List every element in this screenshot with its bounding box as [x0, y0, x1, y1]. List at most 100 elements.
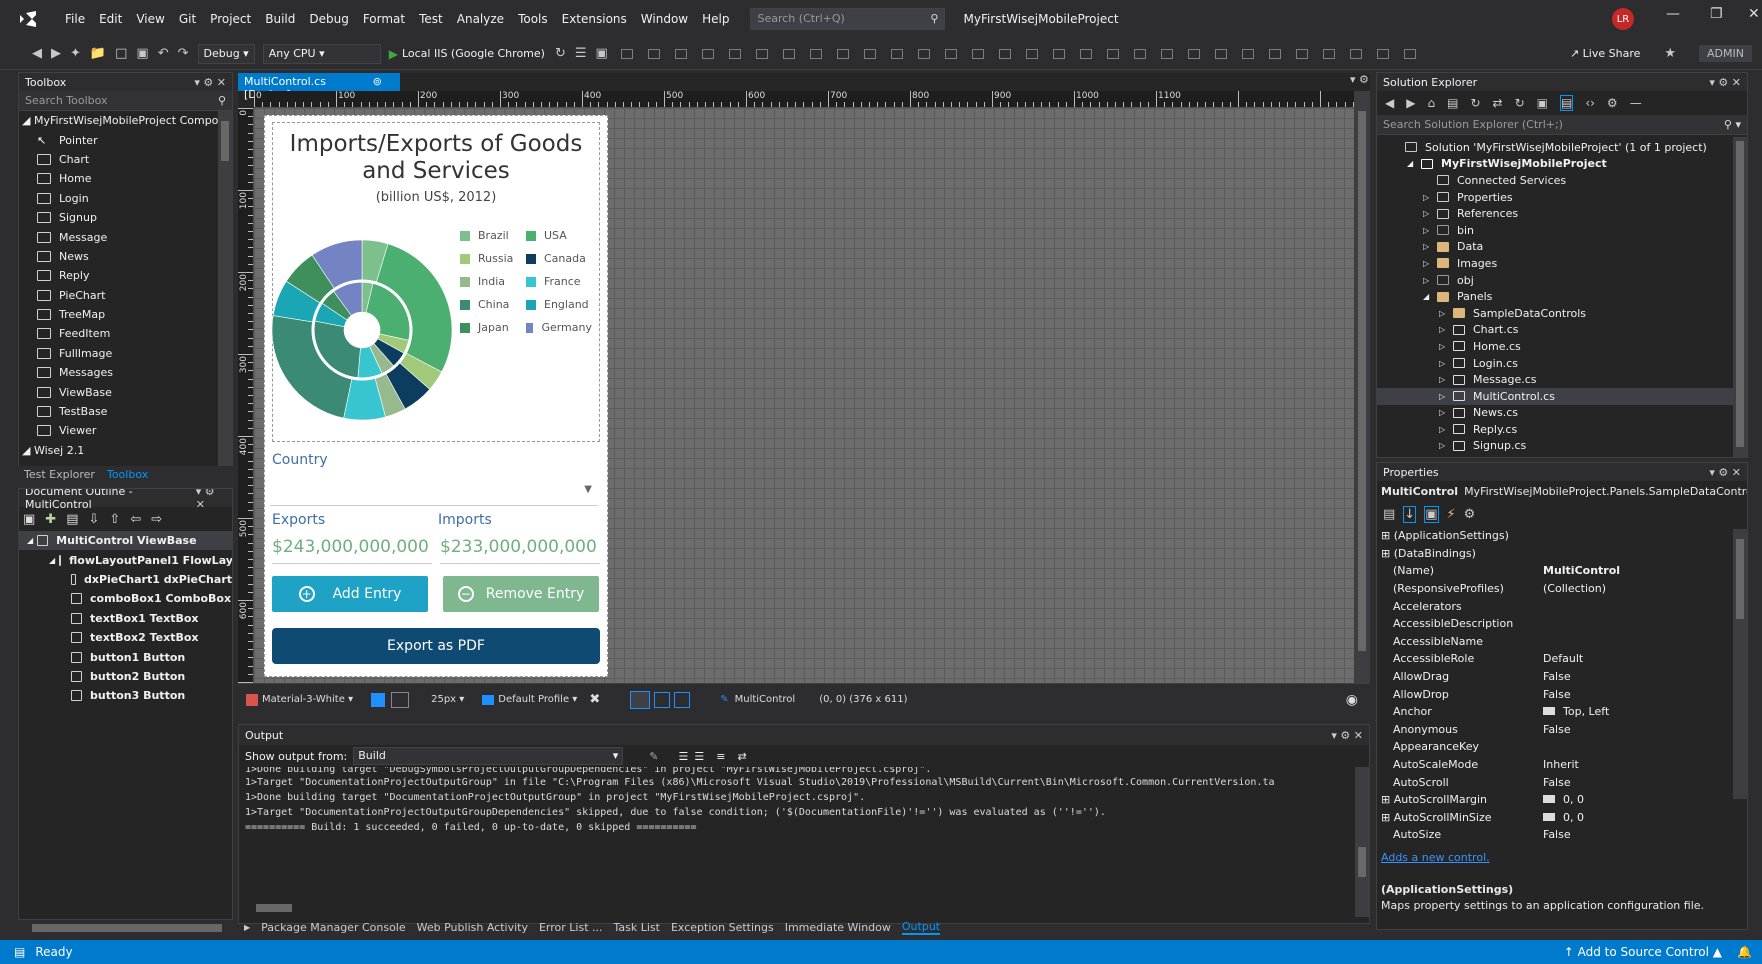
events-icon[interactable]: ⚡ — [1447, 507, 1456, 522]
outline-node[interactable]: button1 Button — [19, 647, 232, 666]
toolbox-search-input[interactable]: Search Toolbox ⚲ — [19, 91, 232, 111]
expand-arrow-icon[interactable]: ▷ — [1423, 242, 1437, 251]
property-value[interactable]: (Collection) — [1543, 582, 1747, 595]
preview-icon[interactable]: ◉ — [1346, 692, 1358, 708]
layout-tool-icon[interactable] — [809, 48, 822, 59]
back-icon[interactable]: ◀ — [32, 46, 42, 61]
menu-file[interactable]: File — [58, 12, 92, 26]
run-icon[interactable]: ▶ — [389, 47, 398, 61]
export-pdf-button[interactable]: Export as PDF — [272, 628, 600, 664]
expand-plus-icon[interactable]: ⊞ — [1381, 811, 1394, 824]
show-all-icon[interactable]: ▤ — [1559, 95, 1574, 111]
layout-tool-icon[interactable] — [1160, 48, 1173, 59]
clear-icon[interactable]: ✎ — [649, 750, 658, 763]
open-folder-icon[interactable]: 📁 — [90, 46, 106, 61]
outline-hscroll[interactable] — [18, 920, 233, 936]
layout-tool-icon[interactable] — [1052, 48, 1065, 59]
layout-tool-icon[interactable] — [701, 48, 714, 59]
home-icon[interactable]: ⌂ — [1427, 96, 1435, 110]
view-phone-icon[interactable] — [674, 691, 691, 708]
solution-node[interactable]: ▷ Message.cs — [1377, 371, 1747, 388]
property-pages-icon[interactable]: ⚙ — [1464, 507, 1476, 522]
solution-node[interactable]: ▷ References — [1377, 205, 1747, 222]
refresh-icon[interactable]: ↻ — [555, 46, 566, 61]
output-hscrollbar[interactable] — [244, 902, 1354, 914]
solution-node[interactable]: ▷ bin — [1377, 222, 1747, 239]
search-input[interactable]: Search (Ctrl+Q) ⚲ — [750, 8, 946, 30]
toolbox-item-home[interactable]: Home — [19, 169, 232, 188]
layout-tool-icon[interactable] — [971, 48, 984, 59]
browser-link-icon[interactable]: ☰ — [575, 46, 587, 61]
switch-views-icon[interactable]: ▤ — [1447, 96, 1458, 110]
toolbox-item-message[interactable]: Message — [19, 227, 232, 246]
solution-node[interactable]: Connected Services — [1377, 172, 1747, 189]
property-value[interactable]: False — [1543, 688, 1747, 701]
toolbox-scrollbar[interactable] — [218, 111, 232, 479]
pin-icon[interactable]: ▾ ⚙ ✕ — [1709, 466, 1741, 479]
solution-node[interactable]: Solution 'MyFirstWisejMobileProject' (1 … — [1377, 139, 1747, 156]
solution-node[interactable]: ◢ Panels — [1377, 288, 1747, 305]
property-row[interactable]: ⊞ (ApplicationSettings) — [1377, 527, 1747, 545]
property-row[interactable]: ⊞ AutoScrollMargin 0, 0 — [1377, 791, 1747, 809]
outline-node[interactable]: ◢ flowLayoutPanel1 FlowLayoutI — [19, 550, 232, 569]
toolbox-item-chart[interactable]: Chart — [19, 150, 232, 169]
output-source-dropdown[interactable]: Build ▾ — [353, 747, 624, 765]
layout-tool-icon[interactable] — [1187, 48, 1200, 59]
menu-help[interactable]: Help — [695, 12, 736, 26]
new-project-icon[interactable]: ✦ — [70, 46, 81, 61]
view-tablet-icon[interactable] — [654, 691, 671, 708]
outline-node[interactable]: comboBox1 ComboBox — [19, 589, 232, 608]
layout-tool-icon[interactable] — [728, 48, 741, 59]
toolbox-item-fullimage[interactable]: FullImage — [19, 344, 232, 363]
property-row[interactable]: (ResponsiveProfiles) (Collection) — [1377, 580, 1747, 598]
move-down-icon[interactable]: ⇩ — [89, 512, 100, 527]
outline-node[interactable]: button2 Button — [19, 667, 232, 686]
outline-node[interactable]: ◢ MultiControl ViewBase — [19, 531, 232, 551]
solution-node[interactable]: ▷ Properties — [1377, 189, 1747, 206]
layout-tool-icon[interactable] — [782, 48, 795, 59]
grid-size-dropdown[interactable]: 25px ▾ — [431, 694, 464, 705]
solution-node[interactable]: ▷ SampleDataControls — [1377, 305, 1747, 322]
toolbox-item-feeditem[interactable]: FeedItem — [19, 324, 232, 343]
add-icon[interactable]: ✚ — [45, 512, 56, 527]
menu-project[interactable]: Project — [203, 12, 258, 26]
expand-arrow-icon[interactable]: ▷ — [1423, 193, 1437, 202]
code-icon[interactable]: ‹› — [1585, 96, 1595, 110]
menu-test[interactable]: Test — [412, 12, 450, 26]
tab-options-icon[interactable]: ▾ ⚙ — [1350, 73, 1369, 86]
expand-arrow-icon[interactable]: ▷ — [1439, 408, 1453, 417]
solution-node[interactable]: ▷ Data — [1377, 239, 1747, 256]
expand-arrow-icon[interactable]: ▷ — [1439, 441, 1453, 450]
properties-object-selector[interactable]: MultiControl MyFirstWisejMobileProject.P… — [1377, 481, 1747, 501]
pin-icon[interactable]: ▾ ⚙ ✕ — [1709, 76, 1741, 89]
solution-node[interactable]: ▷ News.cs — [1377, 405, 1747, 422]
solution-node[interactable]: ▷ Chart.cs — [1377, 322, 1747, 339]
expand-arrow-icon[interactable]: ▷ — [1439, 392, 1453, 401]
solution-node[interactable]: ▷ Images — [1377, 255, 1747, 272]
property-value[interactable]: False — [1543, 828, 1747, 841]
layout-tool-icon[interactable] — [890, 48, 903, 59]
select-icon[interactable]: ▣ — [23, 512, 35, 527]
outline-node[interactable]: textBox1 TextBox — [19, 609, 232, 628]
property-row[interactable]: ⊞ (DataBindings) — [1377, 545, 1747, 563]
view-desktop-icon[interactable] — [630, 690, 651, 709]
menu-debug[interactable]: Debug — [302, 12, 355, 26]
expand-arrow-icon[interactable]: ◢ — [1423, 292, 1437, 301]
expand-arrow-icon[interactable]: ▷ — [1423, 276, 1437, 285]
avatar[interactable]: LR — [1612, 8, 1634, 30]
tab-task-list[interactable]: Task List — [614, 921, 660, 934]
imports-textbox[interactable]: $233,000,000,000 — [440, 532, 600, 564]
align-left-icon[interactable]: ☰ — [678, 750, 688, 763]
pin-icon[interactable]: ▾ ⚙ ✕ — [1331, 729, 1363, 742]
toolbox-item-pointer[interactable]: ↖ Pointer — [19, 130, 232, 149]
run-target-button[interactable]: Local IIS (Google Chrome) — [402, 47, 545, 60]
toolbox-item-login[interactable]: Login — [19, 189, 232, 208]
output-text[interactable]: 1>Done building target "DebugSymbolsProj… — [239, 767, 1369, 835]
layout-tool-icon[interactable] — [998, 48, 1011, 59]
solution-search-input[interactable]: Search Solution Explorer (Ctrl+;) ⚲ ▾ — [1377, 115, 1747, 135]
layout-tool-icon[interactable] — [647, 48, 660, 59]
back-icon[interactable]: ◀ — [1385, 96, 1394, 110]
tools-icon[interactable]: ✖ — [589, 692, 600, 707]
outline-node[interactable]: button3 Button — [19, 686, 232, 705]
solution-node[interactable]: ▷ Login.cs — [1377, 355, 1747, 372]
